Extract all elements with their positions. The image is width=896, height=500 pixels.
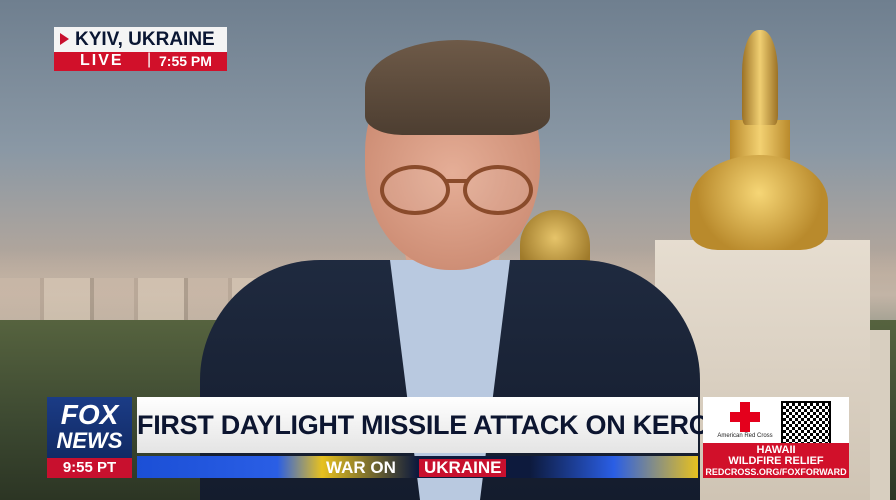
live-strip: LIVE | 7:55 PM [54, 51, 227, 71]
subline-highlight: UKRAINE [419, 459, 507, 477]
logo-time: 9:55 PT [47, 458, 132, 478]
red-cross-org: American Red Cross [717, 433, 773, 439]
promo-red-panel: HAWAII WILDFIRE RELIEF REDCROSS.ORG/FOXF… [703, 443, 849, 478]
headline-text: FIRST DAYLIGHT MISSILE ATTACK ON KERCH B… [137, 410, 838, 440]
logo-fox-text: FOX [60, 399, 119, 430]
promo-line2: WILDFIRE RELIEF [728, 455, 824, 467]
location-city: KYIV, UKRAINE [75, 29, 215, 50]
red-cross-promo: American Red Cross HAWAII WILDFIRE RELIE… [703, 397, 849, 478]
promo-url: REDCROSS.ORG/FOXFORWARD [705, 467, 847, 477]
headline-banner: FIRST DAYLIGHT MISSILE ATTACK ON KERCH B… [137, 397, 838, 453]
play-arrow-icon [60, 33, 69, 45]
location-top: KYIV, UKRAINE [54, 27, 227, 52]
location-bug: KYIV, UKRAINE LIVE | 7:55 PM [54, 27, 227, 71]
live-label: LIVE [80, 52, 124, 69]
fox-news-logo: FOX NEWS 9:55 PT [47, 397, 132, 478]
gold-spire [742, 30, 778, 125]
local-time: 7:55 PM [159, 53, 212, 69]
subline-prefix: WAR ON [326, 458, 396, 477]
gold-dome [690, 155, 828, 250]
glasses [380, 165, 535, 215]
ukraine-flag-strip [137, 456, 698, 478]
left-lens [380, 165, 450, 215]
logo-news-text: NEWS [56, 428, 123, 453]
qr-code-icon [781, 401, 831, 447]
live-separator: | [147, 51, 152, 68]
hair [365, 40, 550, 135]
right-lens [463, 165, 533, 215]
red-cross-icon-bar [730, 412, 760, 422]
